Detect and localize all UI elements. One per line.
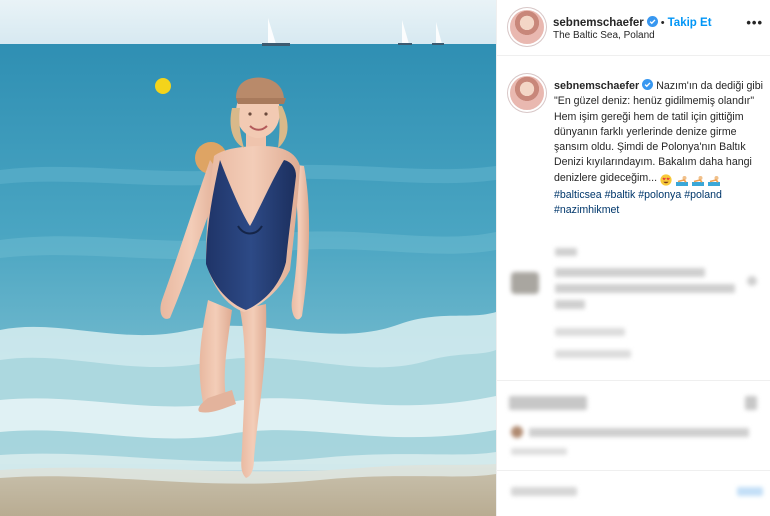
more-options-icon[interactable]: ••• [746,15,763,30]
post-location[interactable]: The Baltic Sea, Poland [553,30,655,41]
separator-dot: • [660,17,665,29]
verified-badge-icon [646,16,658,27]
beach-photo [0,0,496,516]
header-names: sebnemschaefer • Takip Et [553,13,712,31]
blurred-liked-by-avatar [511,426,523,438]
blurred-comment-line-3 [555,300,585,309]
hashtag-polonya[interactable]: #polonya [638,189,681,201]
heart-eyes-emoji-icon [660,174,672,186]
blurred-comment-input[interactable] [511,487,577,496]
author-username[interactable]: sebnemschaefer [553,17,644,29]
caption-text-block: sebnemschaefer Nazım'ın da dediği gibi "… [554,79,766,219]
post-photo [0,0,496,516]
blurred-comment-like-icon [747,276,757,286]
follow-button[interactable]: Takip Et [668,17,712,29]
blurred-post-date [511,448,567,455]
hashtag-baltik[interactable]: #baltik [605,189,636,201]
blurred-action-icons [509,396,587,410]
swimmer-emoji-icon [691,175,704,186]
hashtag-poland[interactable]: #poland [684,189,722,201]
actions-divider [497,380,770,381]
author-avatar[interactable] [510,10,544,44]
hashtag-nazimhikmet[interactable]: #nazimhikmet [554,204,619,216]
post-header: sebnemschaefer • Takip Et The Baltic Sea, … [497,0,770,56]
blurred-commenter-avatar [511,272,539,294]
blurred-comment-line-2 [555,284,735,293]
blurred-save-icon [745,396,757,410]
blurred-timestamp [555,248,577,256]
blurred-post-button[interactable] [737,487,763,496]
emoji-row [660,173,721,188]
blurred-comment-meta [555,328,625,336]
swimmer-emoji-icon [675,175,688,186]
post-sidebar: sebnemschaefer • Takip Et The Baltic Sea, … [496,0,770,516]
blurred-comment-line-1 [555,268,705,277]
caption-body: Nazım'ın da dediği gibi "En güzel deniz:… [554,80,764,184]
caption-username[interactable]: sebnemschaefer [554,80,639,92]
hashtag-balticsea[interactable]: #balticsea [554,189,602,201]
swimmer-emoji-icon [707,175,720,186]
comment-input-divider [497,470,770,471]
blurred-liked-by-text [529,428,749,437]
caption-avatar[interactable] [510,76,544,110]
blurred-replies-link [555,350,631,358]
verified-badge-icon [642,79,654,90]
